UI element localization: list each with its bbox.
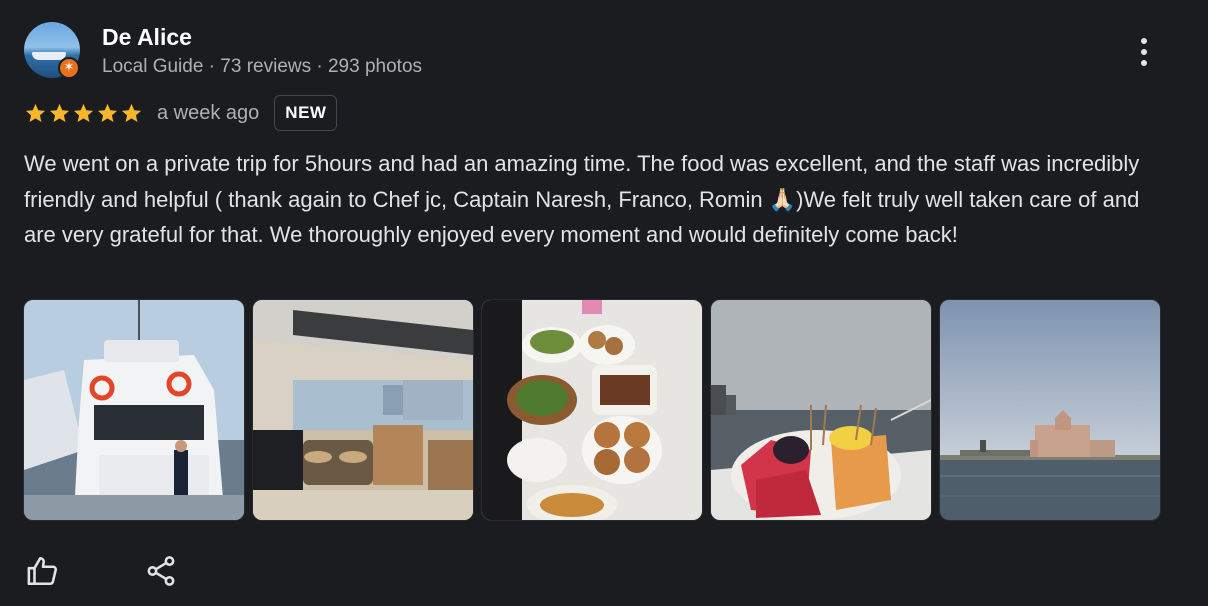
star-icon bbox=[25, 103, 46, 122]
share-icon bbox=[147, 556, 175, 586]
review-time: a week ago bbox=[157, 101, 260, 124]
star-icon bbox=[97, 103, 118, 122]
share-button[interactable] bbox=[142, 550, 180, 592]
like-button[interactable] bbox=[24, 550, 62, 592]
star-rating bbox=[24, 102, 143, 125]
star-icon bbox=[121, 103, 142, 122]
atlantis-skyline-photo[interactable] bbox=[940, 300, 1160, 520]
more-dot-icon bbox=[1141, 38, 1147, 44]
thumbs-up-icon bbox=[27, 556, 58, 586]
review-actions bbox=[24, 550, 180, 592]
review-photos bbox=[24, 300, 1160, 520]
food-table-photo[interactable] bbox=[482, 300, 702, 520]
star-icon bbox=[73, 103, 94, 122]
reviewer-meta: Local Guide · 73 reviews · 293 photos bbox=[102, 56, 423, 77]
review-text: We went on a private trip for 5hours and… bbox=[24, 151, 1140, 247]
reviewer-name[interactable]: De Alice bbox=[102, 24, 192, 51]
star-icon bbox=[49, 103, 70, 122]
local-guide-badge-icon: ✶ bbox=[58, 57, 80, 79]
yacht-interior-photo[interactable] bbox=[253, 300, 473, 520]
new-badge: NEW bbox=[274, 95, 338, 131]
more-dot-icon bbox=[1141, 60, 1147, 66]
fruit-platter-photo[interactable] bbox=[711, 300, 931, 520]
more-dot-icon bbox=[1141, 49, 1147, 55]
more-options-button[interactable] bbox=[1126, 32, 1162, 72]
rating-row: a week ago NEW bbox=[24, 94, 338, 132]
review-header: ✶ De Alice Local Guide · 73 reviews · 29… bbox=[24, 22, 1184, 82]
yacht-stern-photo[interactable] bbox=[24, 300, 244, 520]
